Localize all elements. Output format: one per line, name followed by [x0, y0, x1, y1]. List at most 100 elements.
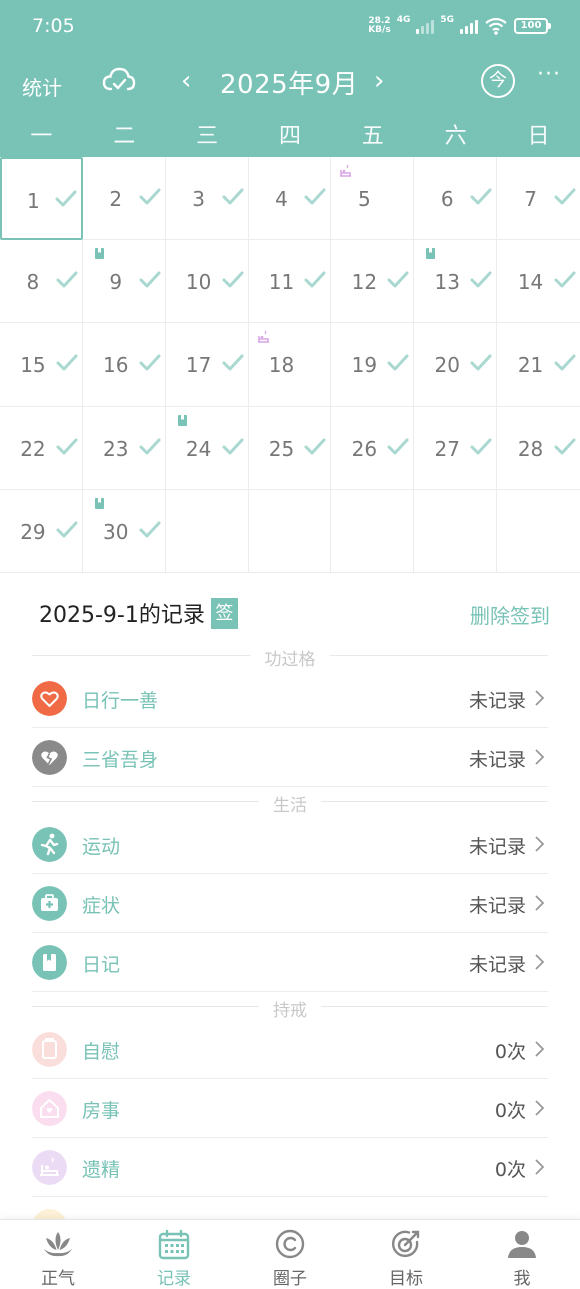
calendar-day-cell[interactable]: 28: [497, 407, 580, 490]
calendar-day-cell[interactable]: 17: [165, 323, 249, 407]
calendar-empty-cell: [165, 489, 249, 573]
calendar-day-cell[interactable]: 21: [497, 323, 580, 407]
calendar-icon: [158, 1229, 190, 1260]
row-emission[interactable]: 遗精 0次: [32, 1138, 548, 1197]
weekday-label: 五: [361, 124, 384, 149]
emission-icon: [32, 1150, 67, 1185]
calendar-day-cell[interactable]: 4: [248, 157, 332, 241]
section-life: 生活: [32, 791, 548, 816]
bottom-tab-bar: 正气 记录 圈子 目标 我: [0, 1219, 580, 1289]
calendar-day-cell[interactable]: 26: [331, 406, 415, 490]
calendar-day-cell[interactable]: 2: [82, 157, 166, 241]
wifi-icon: [485, 17, 507, 35]
calendar-day-cell[interactable]: 22: [0, 406, 83, 490]
calendar-day-cell[interactable]: 19: [331, 323, 415, 407]
next-month-button[interactable]: ›: [374, 66, 384, 96]
calendar-day-cell[interactable]: 25: [248, 406, 332, 490]
calendar-empty-cell: [497, 490, 580, 573]
checkmark-icon: [554, 354, 576, 371]
calendar-day-cell[interactable]: 16: [82, 323, 166, 407]
row-symptoms[interactable]: 症状 未记录: [32, 874, 548, 933]
month-title[interactable]: 2025年9月: [220, 64, 358, 101]
calendar-day-cell[interactable]: 10: [165, 240, 249, 324]
calendar-day-cell[interactable]: 23: [82, 406, 166, 490]
delete-checkin-button[interactable]: 删除签到: [470, 600, 550, 629]
target-icon: [391, 1230, 420, 1258]
calendar-day-cell[interactable]: 7: [497, 157, 580, 241]
today-button[interactable]: 今: [481, 64, 515, 98]
diary-icon: [94, 248, 104, 260]
chevron-right-icon: [535, 836, 545, 852]
prev-month-button[interactable]: ‹: [181, 66, 191, 96]
sign-badge: 签: [210, 597, 238, 629]
chevron-right-icon: [535, 954, 545, 970]
calendar-day-cell[interactable]: 20: [414, 323, 498, 407]
calendar-empty-cell: [414, 489, 498, 573]
record-date-title: 2025-9-1的记录: [39, 603, 205, 628]
calendar-day-cell[interactable]: 13: [414, 240, 498, 324]
calendar-day-cell[interactable]: 8: [0, 240, 83, 324]
tab-circle[interactable]: 圈子: [232, 1220, 348, 1289]
diary-icon: [94, 497, 104, 509]
house-icon: [32, 1091, 67, 1126]
checkmark-icon: [139, 521, 161, 538]
battery-icon: 100: [514, 18, 551, 34]
calendar-day-cell[interactable]: 15: [0, 323, 83, 407]
weekday-label: 二: [113, 124, 136, 149]
calendar-day-cell[interactable]: 18: [248, 323, 332, 407]
heart-icon: [32, 681, 67, 716]
row-partially-hidden: [32, 1197, 548, 1219]
calendar-day-cell[interactable]: 3: [165, 157, 249, 241]
calendar-day-cell[interactable]: 9: [82, 240, 166, 324]
medical-kit-icon: [32, 886, 67, 921]
weekday-label: 一: [30, 124, 53, 149]
calendar-day-cell[interactable]: 12: [331, 240, 415, 324]
toolbar: 统计 ‹ 2025年9月 › 今 ···: [0, 56, 580, 108]
tab-records[interactable]: 记录: [116, 1220, 232, 1289]
diary-icon: [177, 414, 187, 426]
calendar-day-cell[interactable]: 6: [414, 157, 498, 241]
network-type-5g: 5G: [440, 15, 454, 25]
row-diary[interactable]: 日记 未记录: [32, 933, 548, 992]
status-icons: 28.2 KB/s 4G 5G 100: [368, 14, 551, 38]
app-header: 7:05 28.2 KB/s 4G 5G 100 统计 ‹ 2025年9月 › …: [0, 0, 580, 157]
status-bar: 7:05 28.2 KB/s 4G 5G 100: [0, 0, 580, 52]
status-time: 7:05: [32, 15, 75, 37]
calendar-day-cell[interactable]: 1: [0, 157, 83, 241]
row-exercise[interactable]: 运动 未记录: [32, 815, 548, 874]
calendar-empty-cell: [331, 489, 415, 573]
calendar-grid: 1 2 3 4 5 6 7 8 9 10 11 12 13 14 15 16 17 18 19 20 21 22 23 24 2…: [0, 157, 580, 573]
section-merit: 功过格: [32, 645, 548, 670]
weekday-label: 四: [278, 124, 301, 149]
tab-goals[interactable]: 目标: [348, 1220, 464, 1289]
running-icon: [32, 827, 67, 862]
chevron-right-icon: [535, 1041, 545, 1057]
tab-me[interactable]: 我: [464, 1220, 580, 1289]
row-daily-good-deed[interactable]: 日行一善 未记录: [32, 669, 548, 728]
checkmark-icon: [554, 188, 576, 205]
broken-heart-icon: [32, 740, 67, 775]
chevron-right-icon: [535, 690, 545, 706]
calendar-day-cell[interactable]: 14: [497, 240, 580, 324]
signal-icon: [460, 18, 478, 34]
user-icon: [508, 1231, 536, 1258]
row-intercourse[interactable]: 房事 0次: [32, 1079, 548, 1138]
more-icon[interactable]: ···: [537, 62, 561, 87]
cup-icon: [32, 1032, 67, 1067]
cloud-sync-icon[interactable]: [102, 66, 136, 96]
stats-button[interactable]: 统计: [22, 72, 62, 101]
calendar-day-cell[interactable]: 5: [331, 157, 415, 241]
chevron-right-icon: [535, 1159, 545, 1175]
row-self-reflection[interactable]: 三省吾身 未记录: [32, 728, 548, 787]
tab-zhengqi[interactable]: 正气: [0, 1220, 116, 1289]
day-number: 5: [357, 187, 371, 211]
calendar-day-cell[interactable]: 11: [248, 240, 332, 324]
calendar-day-cell[interactable]: 27: [414, 406, 498, 490]
row-masturbation[interactable]: 自慰 0次: [32, 1020, 548, 1079]
calendar-day-cell[interactable]: 24: [165, 406, 249, 490]
emission-icon: [340, 164, 352, 177]
day-number: 18: [268, 353, 295, 378]
network-speed: 28.2 KB/s: [368, 16, 391, 35]
calendar-day-cell[interactable]: 30: [82, 489, 166, 573]
calendar-day-cell[interactable]: 29: [0, 489, 83, 573]
